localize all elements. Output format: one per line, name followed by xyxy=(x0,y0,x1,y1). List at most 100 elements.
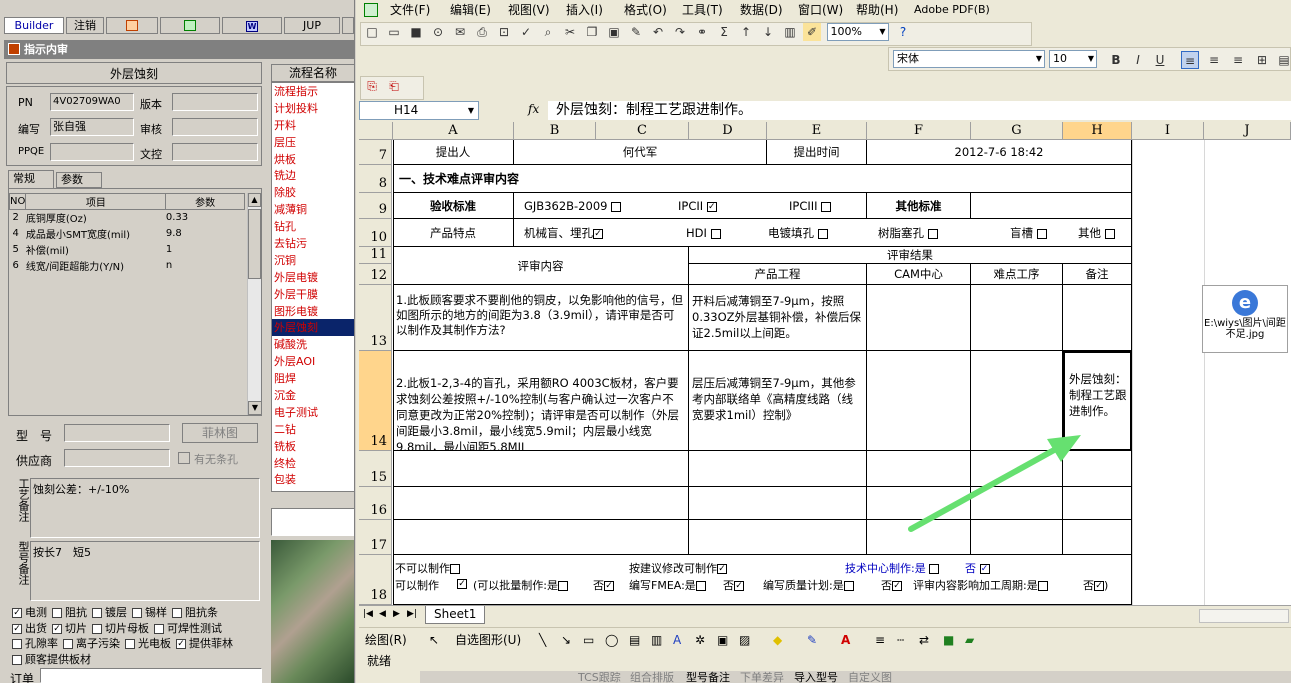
pn-field[interactable]: 4V02709WA0 xyxy=(50,93,134,111)
supplier-field[interactable] xyxy=(64,449,170,467)
flow-item[interactable]: 流程指示 xyxy=(272,83,354,100)
cell-empty[interactable] xyxy=(689,487,867,520)
checkbox-checked[interactable]: ✓ xyxy=(706,201,717,212)
email-icon[interactable]: ✉ xyxy=(451,23,469,41)
shadow-icon[interactable]: ■ xyxy=(943,628,954,652)
flow-item[interactable]: 层压 xyxy=(272,134,354,151)
doc-field[interactable] xyxy=(172,143,258,161)
research-icon[interactable]: ⌕ xyxy=(539,23,557,41)
menu-help[interactable]: 帮助(H) xyxy=(856,0,898,20)
table-row[interactable]: 5 补偿(mil) 1 xyxy=(10,242,245,258)
flow-item[interactable]: 外层AOI xyxy=(272,353,354,370)
cell-empty[interactable] xyxy=(689,451,867,487)
chevron-down-icon[interactable]: ▼ xyxy=(1036,51,1044,67)
flow-item[interactable]: 铣边 xyxy=(272,167,354,184)
align-right-icon[interactable]: ≡ xyxy=(1229,51,1247,69)
flow-item[interactable]: 减薄铜 xyxy=(272,201,354,218)
checkbox-checked[interactable]: ✓ xyxy=(52,623,62,634)
opt-batch-no[interactable]: 否✓ xyxy=(593,577,614,593)
row-header-7[interactable]: 7 xyxy=(359,140,392,165)
row-header-13[interactable]: 13 xyxy=(359,285,392,351)
checkbox[interactable] xyxy=(450,564,460,574)
menu-edit[interactable]: 编辑(E) xyxy=(450,0,491,20)
model-note-field[interactable]: 按长7 短5 xyxy=(30,541,260,601)
chart-wizard-icon[interactable]: ▥ xyxy=(781,23,799,41)
col-header-h[interactable]: H xyxy=(1063,122,1132,140)
save-icon[interactable]: ■ xyxy=(407,23,425,41)
scroll-down-icon[interactable]: ▼ xyxy=(248,401,262,415)
help-icon[interactable]: ? xyxy=(894,23,912,41)
vertical-textbox-icon[interactable]: ▥ xyxy=(651,628,662,652)
cell-acceptance-options[interactable]: GJB362B-2009 IPCII ✓ IPCIII xyxy=(514,193,867,219)
flow-item[interactable]: 碱酸洗 xyxy=(272,336,354,353)
word-button[interactable]: W xyxy=(222,17,282,34)
option-checkbox[interactable]: ✓ 切片 xyxy=(52,622,87,635)
next-sheet-icon[interactable]: ▶ xyxy=(393,609,400,619)
review-field[interactable] xyxy=(172,118,258,136)
row-header-8[interactable]: 8 xyxy=(359,165,392,193)
spelling-icon[interactable]: ✓ xyxy=(517,23,535,41)
format-painter-icon[interactable]: ✎ xyxy=(627,23,645,41)
checkbox[interactable] xyxy=(843,581,854,591)
cell-review-item-2[interactable]: 2.此板1-2,3-4的盲孔，采用额RO 4003C板材，客户要求蚀刻公差按照+… xyxy=(393,351,689,451)
table-row[interactable]: 6 线宽/间距超能力(Y/N) n xyxy=(10,258,245,274)
opt-gjb[interactable]: GJB362B-2009 xyxy=(524,193,622,218)
tab-custom-diagram[interactable]: 自定义图 xyxy=(848,671,892,683)
row-header-17[interactable]: 17 xyxy=(359,520,392,555)
cell-other-std[interactable] xyxy=(971,193,1132,219)
flow-item[interactable]: 除胶 xyxy=(272,184,354,201)
opt-cannot-make[interactable]: 不可以制作 xyxy=(395,560,460,576)
menu-data[interactable]: 数据(D) xyxy=(740,0,783,20)
opt-cycle-yes[interactable]: 评审内容影响加工周期:是 xyxy=(913,577,1048,593)
cell-acceptance-label[interactable]: 验收标准 xyxy=(393,193,514,219)
flow-input[interactable] xyxy=(271,508,354,536)
opt-blind-slot[interactable]: 盲槽 xyxy=(1010,219,1047,246)
flow-item[interactable]: 图形电镀 xyxy=(272,303,354,320)
cell-product-eng-2[interactable]: 层压后减薄铜至7-9μm，其他参考内部联络单《高精度线路（线宽要求1mil）控制… xyxy=(689,351,867,451)
writer-field[interactable]: 张自强 xyxy=(50,118,134,136)
cell-conclusion[interactable]: 不可以制作 按建议修改可制作✓ 技术中心制作:是 否 ✓ 可以制作 ✓ (可以批… xyxy=(393,555,1132,605)
checkbox-checked[interactable]: ✓ xyxy=(1094,581,1104,591)
builder-button[interactable]: Builder xyxy=(4,17,64,34)
checkbox[interactable] xyxy=(92,623,102,634)
option-checkbox[interactable]: ✓ 电测 xyxy=(12,606,47,619)
flow-item[interactable]: 沉金 xyxy=(272,387,354,404)
flow-item[interactable]: 外层蚀刻 xyxy=(272,319,354,337)
checkbox[interactable] xyxy=(172,608,182,618)
row-header-15[interactable]: 15 xyxy=(359,451,392,487)
checkbox[interactable] xyxy=(12,639,22,649)
opt-mech-blind[interactable]: 机械盲、埋孔✓ xyxy=(524,219,603,246)
cell-difficult-1[interactable] xyxy=(971,285,1063,351)
checkbox-checked[interactable]: ✓ xyxy=(717,564,727,574)
row-header-11[interactable]: 11 xyxy=(359,247,392,264)
excel-button[interactable] xyxy=(160,17,220,34)
col-header-a[interactable]: A xyxy=(393,122,514,140)
opt-fmea-no[interactable]: 否✓ xyxy=(723,577,744,593)
menu-tools[interactable]: 工具(T) xyxy=(682,0,723,20)
col-header-i[interactable]: I xyxy=(1132,122,1204,140)
flow-item[interactable]: 电子测试 xyxy=(272,404,354,421)
tab-params[interactable]: 参数 xyxy=(56,172,102,188)
flow-item[interactable]: 终检 xyxy=(272,455,354,472)
merge-center-icon[interactable]: ⊞ xyxy=(1253,51,1271,69)
cell-proposer-label[interactable]: 提出人 xyxy=(393,140,514,165)
cell-review-content-header[interactable]: 评审内容 xyxy=(393,247,689,285)
option-checkbox[interactable]: 离子污染 xyxy=(63,637,120,650)
table-row[interactable]: 2 底铜厚度(Oz) 0.33 xyxy=(10,210,245,226)
checkbox[interactable] xyxy=(611,201,622,212)
checkbox-checked[interactable]: ✓ xyxy=(593,228,603,239)
chevron-down-icon[interactable]: ▼ xyxy=(468,102,474,119)
cell-proposer[interactable]: 何代军 xyxy=(514,140,767,165)
opt-tech-center-yes[interactable]: 技术中心制作:是 xyxy=(845,560,940,576)
opt-fmea-yes[interactable]: 编写FMEA:是 xyxy=(629,577,706,593)
opt-batch-yes[interactable]: (可以批量制作:是 xyxy=(473,577,568,593)
opt-modify-make[interactable]: 按建议修改可制作✓ xyxy=(629,560,727,576)
checkbox[interactable] xyxy=(154,623,164,634)
cell-empty[interactable] xyxy=(393,451,689,487)
underline-icon[interactable]: U xyxy=(1151,51,1169,69)
checkbox[interactable] xyxy=(927,228,938,239)
cell-remark-1[interactable] xyxy=(1063,285,1132,351)
opt-resin-plug[interactable]: 树脂塞孔 xyxy=(878,219,938,246)
worksheet[interactable]: A B C D E F G H I J 7 8 9 10 11 12 13 14… xyxy=(359,122,1291,605)
pdf-email-icon[interactable]: ⎗ xyxy=(385,77,403,95)
